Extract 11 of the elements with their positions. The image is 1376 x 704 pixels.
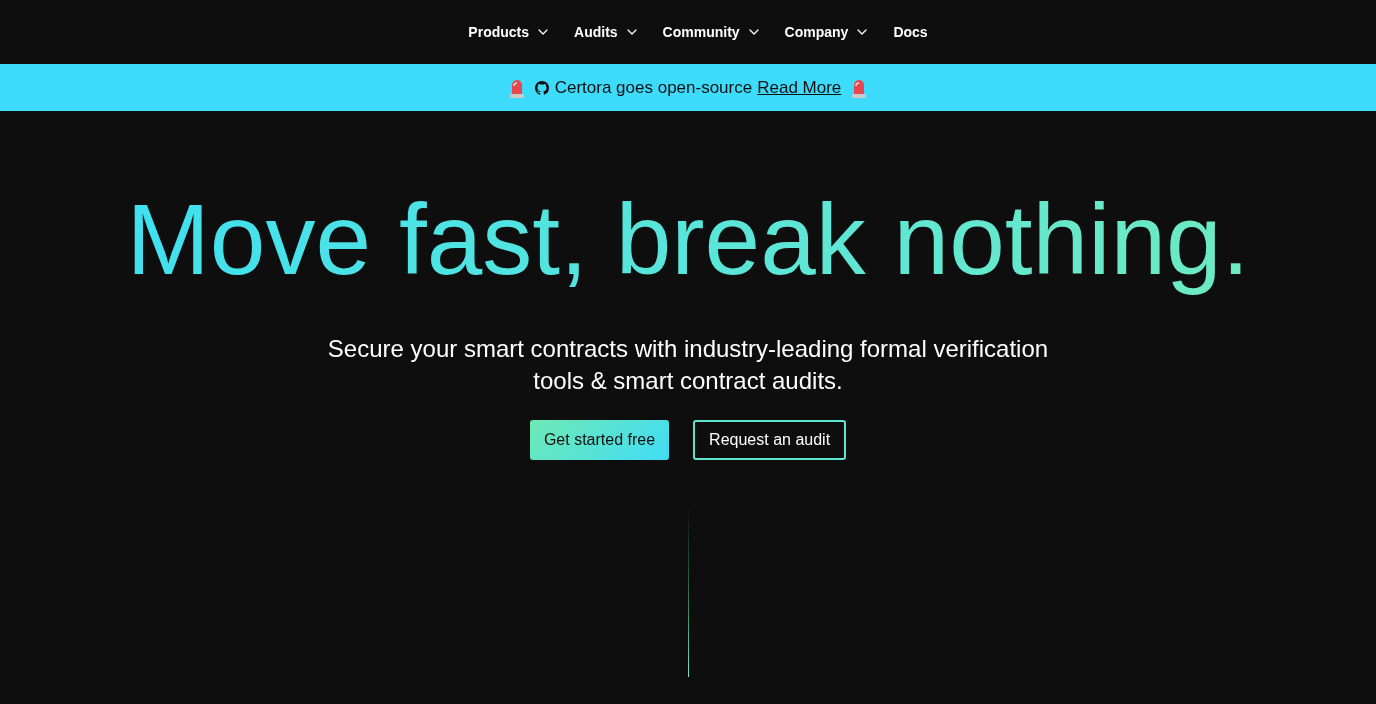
nav-link[interactable]: Community [662,20,759,44]
nav-link[interactable]: Products [468,20,549,44]
banner-text: Certora goes open-source [554,77,753,98]
hero-subtitle: Secure your smart contracts with industry-leading formal verification tools & smart contract audits. [326,334,1050,396]
github-icon [534,80,549,95]
request-audit-button[interactable]: Request an audit [693,420,847,460]
read-more-link[interactable]: Read More [757,77,842,98]
nav-link[interactable]: Audits [574,20,637,44]
nav-link[interactable]: Docs [893,20,928,44]
get-started-button[interactable]: Get started free [529,420,670,460]
nav-link[interactable]: Company [784,20,868,44]
